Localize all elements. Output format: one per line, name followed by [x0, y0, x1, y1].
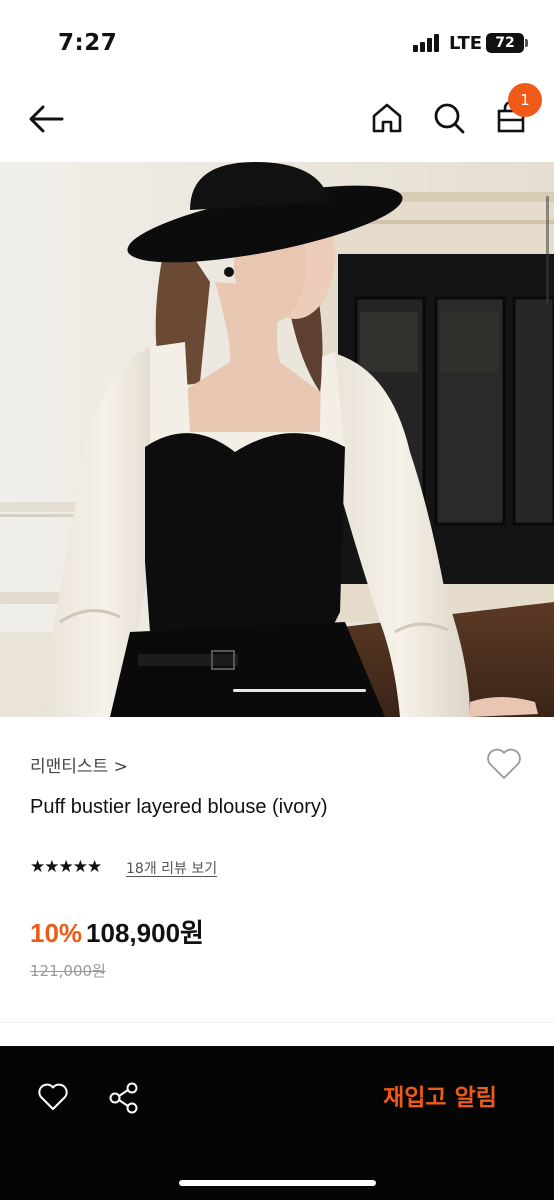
favorite-button[interactable]	[484, 744, 524, 784]
home-indicator	[179, 1180, 376, 1186]
status-bar: 7:27 LTE 72	[0, 0, 554, 80]
network-type: LTE	[449, 33, 483, 54]
discount-rate: 10%	[30, 918, 83, 948]
arrow-left-icon	[29, 105, 64, 133]
brand-link[interactable]: 리맨티스트 >	[30, 752, 128, 777]
battery-icon: 72	[486, 33, 528, 53]
share-button[interactable]	[106, 1080, 142, 1116]
signal-strength-icon	[413, 34, 443, 52]
back-button[interactable]	[26, 100, 68, 138]
review-link[interactable]: 18개 리뷰 보기	[126, 858, 217, 878]
restock-alert-button[interactable]: 재입고 알림	[360, 1076, 520, 1120]
status-time: 7:27	[58, 30, 118, 56]
product-title: Puff bustier layered blouse (ivory)	[30, 796, 328, 818]
search-icon	[434, 103, 465, 134]
heart-outline-icon	[487, 748, 521, 779]
heart-outline-icon	[38, 1083, 68, 1110]
original-price: 121,000원	[30, 962, 106, 980]
wishlist-button[interactable]	[36, 1080, 70, 1114]
product-photo	[0, 162, 554, 717]
image-progress-indicator	[233, 689, 366, 692]
divider	[0, 1022, 554, 1023]
price-row: 10% 108,900원	[30, 913, 204, 950]
image-scroll-indicator	[546, 196, 549, 304]
cart-count-badge: 1	[508, 83, 542, 117]
nav-header	[0, 80, 554, 162]
share-icon	[109, 1082, 138, 1114]
search-button[interactable]	[430, 99, 468, 137]
rating-stars: ★★★★★	[30, 857, 102, 877]
home-button[interactable]	[368, 99, 406, 137]
bottom-action-bar: 재입고 알림	[0, 1046, 554, 1200]
product-image-carousel[interactable]	[0, 162, 554, 717]
home-icon	[372, 103, 402, 133]
sale-price: 108,900원	[86, 918, 204, 948]
